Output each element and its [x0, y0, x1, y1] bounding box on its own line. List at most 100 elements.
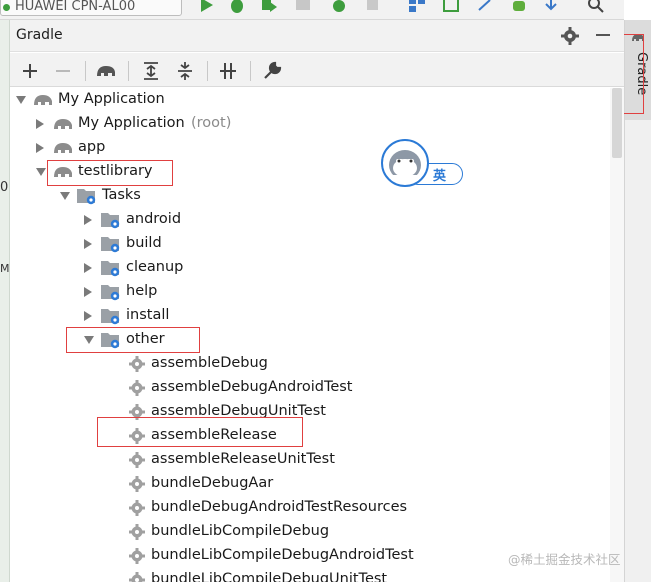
gear-icon	[126, 523, 148, 541]
expand-all-icon[interactable]	[140, 60, 162, 82]
tree-node-group-install[interactable]: install	[10, 304, 610, 328]
toolbar-separator	[207, 61, 208, 81]
tree-node-label: bundleDebugAndroidTestResources	[151, 499, 408, 515]
tree-node-group-android[interactable]: android	[10, 208, 610, 232]
gear-icon[interactable]	[560, 26, 580, 46]
chevron-right-icon[interactable]	[84, 215, 92, 225]
task-folder-icon	[100, 283, 122, 301]
task-folder-icon	[100, 211, 122, 229]
toolbar-separator	[85, 61, 86, 81]
chevron-right-icon[interactable]	[36, 119, 44, 129]
layout-inspector-icon[interactable]	[442, 0, 460, 14]
sync-icon[interactable]	[476, 0, 494, 14]
minimize-button[interactable]	[596, 34, 610, 36]
editor-edge: 0 Ma	[0, 20, 10, 582]
tree-node-task[interactable]: assembleDebugAndroidTest	[10, 376, 610, 400]
highlight-box-testlibrary	[47, 160, 173, 186]
sdk-manager-icon[interactable]	[542, 0, 560, 14]
editor-fragment: 0	[0, 180, 9, 195]
tree-node-group-help[interactable]: help	[10, 280, 610, 304]
stop-icon[interactable]	[364, 0, 382, 14]
watermark: @稀土掘金技术社区	[508, 552, 621, 567]
tree-node-label: My Application	[58, 91, 165, 107]
debug-icon[interactable]	[228, 0, 246, 14]
task-folder-icon	[100, 235, 122, 253]
device-selector[interactable]: HUAWEI CPN-AL00	[0, 0, 182, 16]
tree-node-label: install	[126, 307, 170, 323]
tree-node-label: build	[126, 235, 162, 251]
minus-icon[interactable]	[52, 60, 74, 82]
gear-icon	[126, 451, 148, 469]
chevron-right-icon[interactable]	[84, 311, 92, 321]
highlight-box-other	[66, 327, 200, 353]
apply-changes-icon[interactable]	[260, 0, 278, 14]
tree-node-label: android	[126, 211, 182, 227]
gear-icon	[126, 547, 148, 565]
ide-toolbar: HUAWEI CPN-AL00	[0, 0, 624, 20]
tree-node-task[interactable]: bundleDebugAndroidTestResources	[10, 496, 610, 520]
gradle-panel: Gradle My Application My Application (root…	[10, 20, 624, 582]
tree-node-task[interactable]: assembleReleaseUnitTest	[10, 448, 610, 472]
tree-node-label: bundleLibCompileDebugUnitTest	[151, 571, 388, 582]
tree-node-tasks[interactable]: Tasks	[10, 184, 610, 208]
scrollbar-thumb[interactable]	[612, 88, 622, 158]
tree-node-group-build[interactable]: build	[10, 232, 610, 256]
collapse-all-icon[interactable]	[174, 60, 196, 82]
tree-node-label: bundleDebugAar	[151, 475, 274, 491]
attach-debugger-icon[interactable]	[330, 0, 348, 14]
elephant-icon	[52, 139, 74, 157]
ime-language-label: 英	[433, 169, 447, 184]
chevron-down-icon[interactable]	[16, 96, 26, 104]
elephant-icon	[52, 115, 74, 133]
tree-node-group-cleanup[interactable]: cleanup	[10, 256, 610, 280]
wrench-icon[interactable]	[261, 60, 283, 82]
tree-node-task[interactable]: assembleDebug	[10, 352, 610, 376]
gradle-toolbar	[10, 53, 624, 87]
tree-node-label: assembleReleaseUnitTest	[151, 451, 335, 467]
gear-icon	[126, 499, 148, 517]
task-folder-icon	[100, 307, 122, 325]
elephant-icon	[32, 91, 54, 109]
chevron-right-icon[interactable]	[36, 143, 44, 153]
panel-title: Gradle	[16, 27, 63, 43]
toolbar-separator	[128, 61, 129, 81]
android-icon[interactable]	[510, 0, 528, 14]
elephant-icon[interactable]	[95, 60, 117, 82]
tree-node-label: cleanup	[126, 259, 184, 275]
task-folder-icon	[76, 187, 98, 205]
tree-node-label: assembleDebug	[151, 355, 268, 371]
toggle-offline-icon[interactable]	[217, 60, 239, 82]
tree-node-label: My Application	[78, 115, 185, 131]
plus-icon[interactable]	[19, 60, 41, 82]
device-label: HUAWEI CPN-AL00	[15, 0, 136, 14]
tree-node-label: assembleDebugAndroidTest	[151, 379, 353, 395]
chevron-right-icon[interactable]	[84, 263, 92, 273]
tree-node-label: help	[126, 283, 158, 299]
editor-fragment: Ma	[0, 262, 10, 275]
tree-node-task[interactable]: bundleLibCompileDebugUnitTest	[10, 568, 610, 582]
panel-header: Gradle	[10, 20, 624, 52]
profile-icon[interactable]	[294, 0, 312, 14]
run-icon[interactable]	[197, 0, 215, 14]
task-folder-icon	[100, 259, 122, 277]
tree-node-root[interactable]: My Application	[10, 88, 610, 112]
gear-icon	[126, 571, 148, 582]
vertical-scrollbar[interactable]	[610, 88, 624, 582]
tree-node-suffix: (root)	[191, 115, 232, 131]
chevron-right-icon[interactable]	[84, 287, 92, 297]
structure-icon[interactable]	[408, 0, 426, 14]
tree-node-root-project[interactable]: My Application (root)	[10, 112, 610, 136]
tree-node-app[interactable]: app	[10, 136, 610, 160]
chevron-down-icon[interactable]	[36, 168, 46, 176]
tree-node-task[interactable]: bundleDebugAar	[10, 472, 610, 496]
gear-icon	[126, 379, 148, 397]
tree-node-label: bundleLibCompileDebugAndroidTest	[151, 547, 414, 563]
highlight-box-assemble-release	[97, 417, 303, 447]
chevron-down-icon[interactable]	[60, 192, 70, 200]
tree-node-label: app	[78, 139, 106, 155]
gear-icon	[126, 475, 148, 493]
chevron-right-icon[interactable]	[84, 239, 92, 249]
tree-node-task[interactable]: bundleLibCompileDebug	[10, 520, 610, 544]
ime-floating-widget[interactable]: 英	[381, 139, 463, 189]
search-icon[interactable]	[587, 0, 605, 14]
